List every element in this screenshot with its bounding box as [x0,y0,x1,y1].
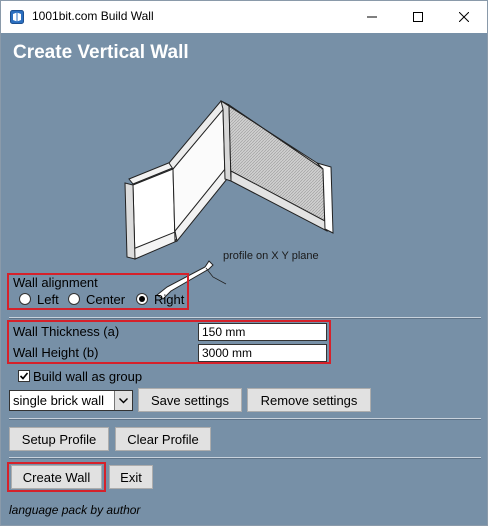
checkmark-icon [19,372,29,380]
thickness-input[interactable]: 150 mm [198,323,327,341]
radio-center[interactable] [68,293,80,305]
clear-profile-button[interactable]: Clear Profile [115,427,211,451]
radio-left-label[interactable]: Left [37,292,59,307]
group-checkbox[interactable] [18,370,30,382]
group-checkbox-label[interactable]: Build wall as group [33,369,142,384]
close-icon [459,12,469,22]
separator [9,317,481,319]
alignment-label: Wall alignment [13,275,98,290]
close-button[interactable] [441,1,487,33]
build-wall-window: 1001bit.com Build Wall Create Vertical W… [0,0,488,526]
preset-select-value: single brick wall [13,393,105,408]
maximize-icon [413,12,423,22]
height-label: Wall Height (b) [13,345,99,360]
separator [9,457,481,459]
radio-right-label[interactable]: Right [154,292,184,307]
minimize-icon [367,16,377,18]
exit-button[interactable]: Exit [109,465,153,489]
minimize-button[interactable] [349,1,395,33]
create-wall-button[interactable]: Create Wall [11,465,102,489]
maximize-button[interactable] [395,1,441,33]
dialog-body: Create Vertical Wall profile on X Y plan… [1,33,487,525]
app-icon [10,10,24,24]
separator [9,418,481,420]
wall-illustration [124,100,334,300]
setup-profile-button[interactable]: Setup Profile [9,427,109,451]
thickness-label: Wall Thickness (a) [13,324,120,339]
preset-select[interactable]: single brick wall [9,390,133,411]
radio-left[interactable] [19,293,31,305]
footer-note: language pack by author [9,503,141,517]
height-input[interactable]: 3000 mm [198,344,327,362]
remove-settings-button[interactable]: Remove settings [247,388,371,412]
page-title: Create Vertical Wall [13,42,189,63]
radio-right[interactable] [136,293,148,305]
chevron-down-icon [119,397,128,403]
radio-center-label[interactable]: Center [86,292,125,307]
title-bar[interactable]: 1001bit.com Build Wall [1,1,487,33]
window-title: 1001bit.com Build Wall [32,9,154,23]
save-settings-button[interactable]: Save settings [138,388,242,412]
profile-caption: profile on X Y plane [223,250,319,262]
dropdown-button[interactable] [114,391,132,410]
